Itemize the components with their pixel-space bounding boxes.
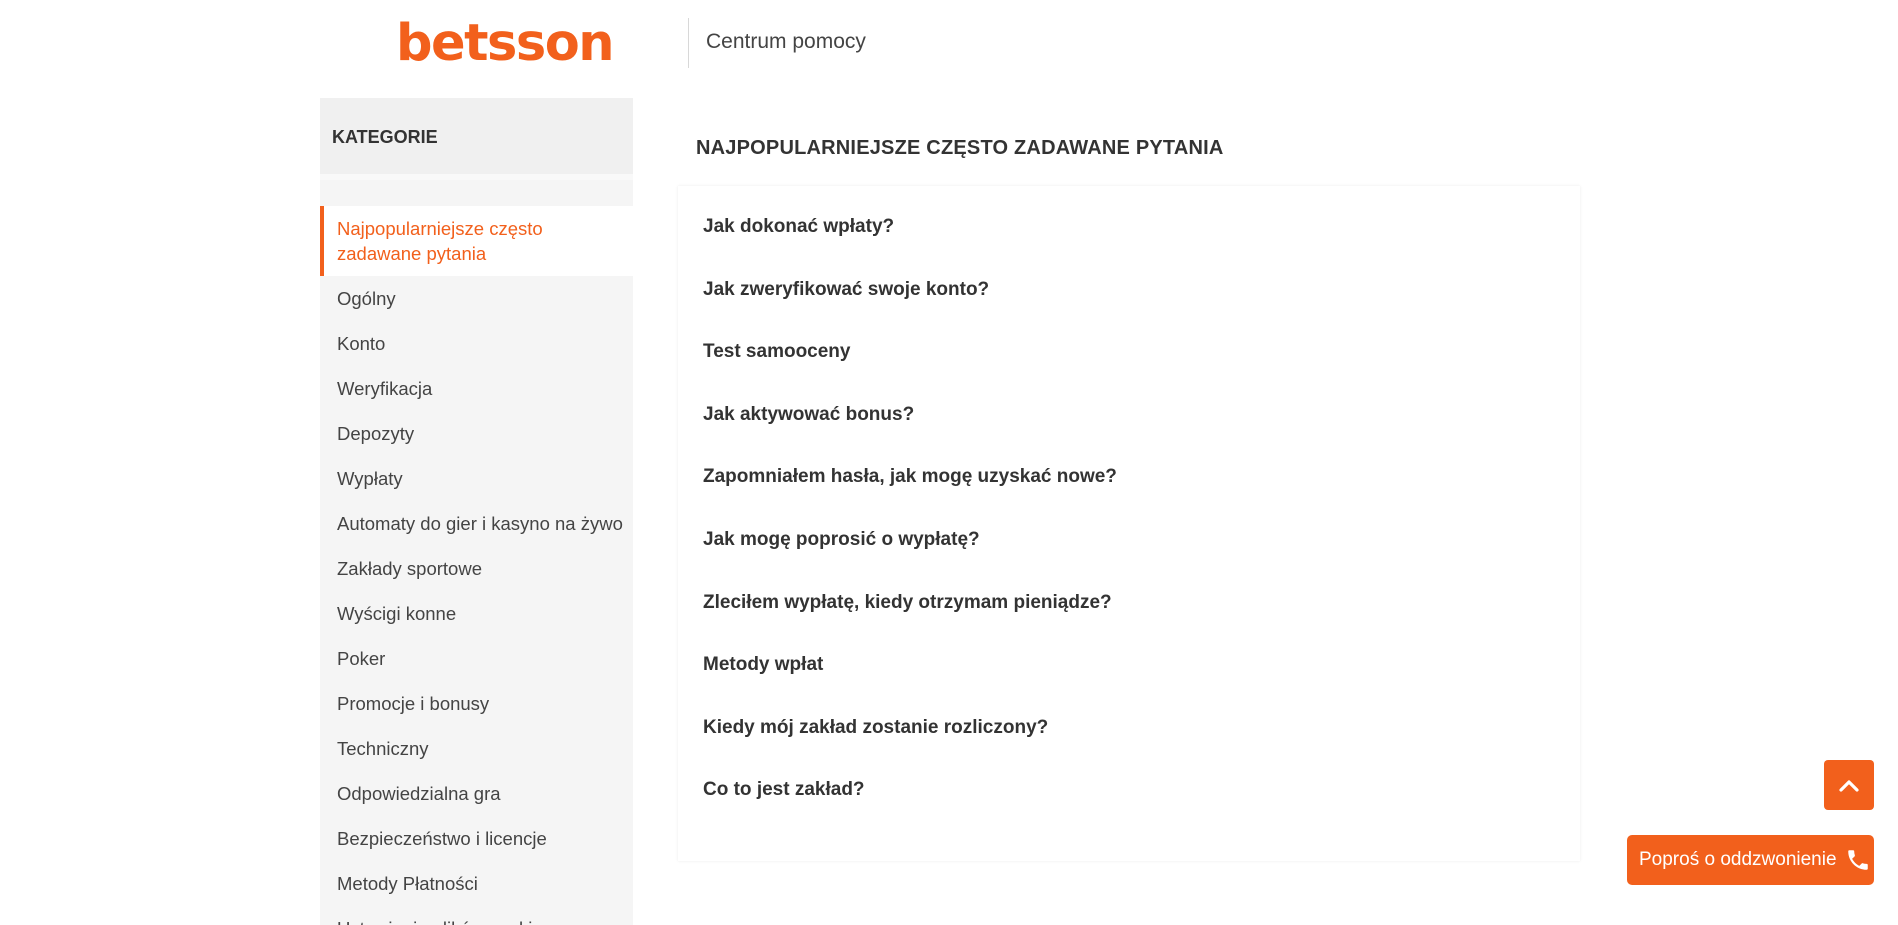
sidebar-item[interactable]: Poker (320, 636, 633, 681)
sidebar-heading: KATEGORIE (320, 98, 633, 180)
callback-button[interactable]: Poproś o oddzwonienie (1627, 835, 1874, 885)
faq-item[interactable]: Metody wpłat (678, 650, 1580, 713)
sidebar-item[interactable]: Bezpieczeństwo i licencje (320, 816, 633, 861)
betsson-logo[interactable]: betsson (396, 14, 615, 74)
faq-item[interactable]: Co to jest zakład? (678, 775, 1580, 838)
category-list: Najpopularniejsze często zadawane pytani… (320, 206, 633, 925)
sidebar-item[interactable]: Wypłaty (320, 456, 633, 501)
sidebar-item[interactable]: Konto (320, 321, 633, 366)
sidebar-item[interactable]: Zakłady sportowe (320, 546, 633, 591)
sidebar-item[interactable]: Depozyty (320, 411, 633, 456)
phone-icon (1847, 850, 1868, 870)
chevron-up-icon (1839, 780, 1859, 792)
sidebar-item[interactable]: Promocje i bonusy (320, 681, 633, 726)
sidebar-item[interactable]: Ogólny (320, 276, 633, 321)
faq-item[interactable]: Zapomniałem hasła, jak mogę uzyskać nowe… (678, 462, 1580, 525)
faq-item[interactable]: Jak mogę poprosić o wypłatę? (678, 525, 1580, 588)
faq-item[interactable]: Jak zweryfikować swoje konto? (678, 275, 1580, 338)
faq-panel: Jak dokonać wpłaty? Jak zweryfikować swoj… (678, 186, 1580, 861)
sidebar-item[interactable]: Metody Płatności (320, 861, 633, 906)
sidebar-item[interactable]: Odpowiedzialna gra (320, 771, 633, 816)
faq-item[interactable]: Kiedy mój zakład zostanie rozliczony? (678, 713, 1580, 776)
categories-sidebar: KATEGORIE Najpopularniejsze często zadaw… (320, 98, 633, 925)
faq-list: Jak dokonać wpłaty? Jak zweryfikować swoj… (678, 186, 1580, 838)
faq-item[interactable]: Zleciłem wypłatę, kiedy otrzymam pieniąd… (678, 588, 1580, 651)
header-title: Centrum pomocy (706, 30, 866, 53)
header-divider (688, 18, 689, 68)
sidebar-item-active[interactable]: Najpopularniejsze często zadawane pytani… (320, 206, 633, 276)
faq-item[interactable]: Jak dokonać wpłaty? (678, 212, 1580, 275)
faq-item[interactable]: Jak aktywować bonus? (678, 400, 1580, 463)
sidebar-item[interactable]: Automaty do gier i kasyno na żywo (320, 501, 633, 546)
sidebar-item[interactable]: Wyścigi konne (320, 591, 633, 636)
faq-item[interactable]: Test samooceny (678, 337, 1580, 400)
page-title: NAJPOPULARNIEJSZE CZĘSTO ZADAWANE PYTANI… (696, 137, 1224, 159)
sidebar-item[interactable]: Ustawienia plików cookie (320, 906, 633, 925)
scroll-top-button[interactable] (1824, 760, 1874, 810)
sidebar-item[interactable]: Weryfikacja (320, 366, 633, 411)
callback-label: Poproś o oddzwonienie (1639, 849, 1837, 870)
sidebar-item[interactable]: Techniczny (320, 726, 633, 771)
